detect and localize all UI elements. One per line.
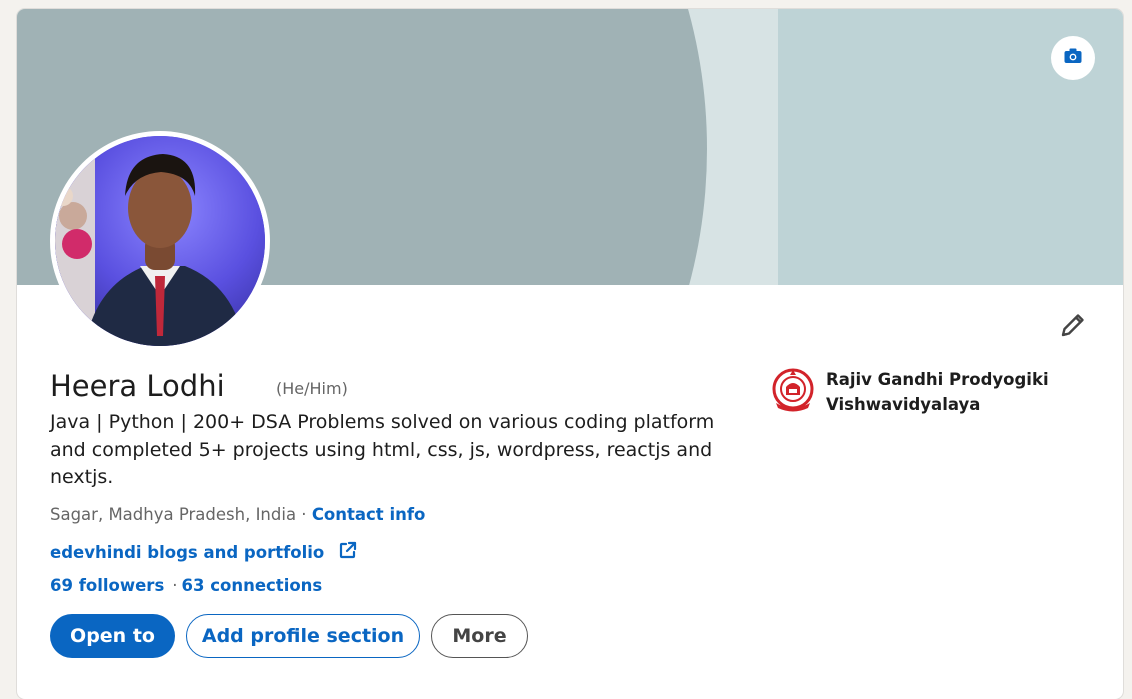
profile-location: Sagar, Madhya Pradesh, India <box>50 505 297 524</box>
profile-photo[interactable] <box>50 131 270 351</box>
profile-photo-image <box>55 136 265 346</box>
edit-intro-button[interactable] <box>1053 307 1093 347</box>
more-button[interactable]: More <box>431 614 528 658</box>
camera-icon <box>1063 46 1083 70</box>
profile-headline: Java | Python | 200+ DSA Problems solved… <box>50 411 715 488</box>
profile-card: Heera Lodhi (He/Him) Java | Python | 200… <box>17 9 1123 699</box>
education-entry[interactable]: Rajiv Gandhi Prodyogiki Vishwavidyalaya <box>772 367 1066 417</box>
network-separator: · <box>172 576 178 595</box>
contact-info-link[interactable]: Contact info <box>312 505 426 524</box>
network-stats: 69 followers · 63 connections <box>50 576 322 595</box>
external-link-icon <box>338 540 358 564</box>
edit-banner-button[interactable] <box>1051 36 1095 80</box>
website-link[interactable]: edevhindi blogs and portfolio <box>50 540 358 564</box>
profile-name: Heera Lodhi <box>50 369 225 403</box>
school-name: Rajiv Gandhi Prodyogiki Vishwavidyalaya <box>826 370 1049 414</box>
open-to-button[interactable]: Open to <box>50 614 175 658</box>
add-profile-section-button[interactable]: Add profile section <box>186 614 420 658</box>
followers-link[interactable]: 69 followers <box>50 576 164 595</box>
website-label: edevhindi blogs and portfolio <box>50 542 325 562</box>
location-separator: · <box>296 505 312 524</box>
location-line: Sagar, Madhya Pradesh, India · Contact i… <box>50 505 425 524</box>
profile-pronouns: (He/Him) <box>276 379 348 398</box>
university-logo <box>772 367 814 413</box>
pencil-icon <box>1058 310 1088 344</box>
profile-actions: Open to Add profile section More <box>50 614 528 658</box>
connections-link[interactable]: 63 connections <box>182 576 323 595</box>
